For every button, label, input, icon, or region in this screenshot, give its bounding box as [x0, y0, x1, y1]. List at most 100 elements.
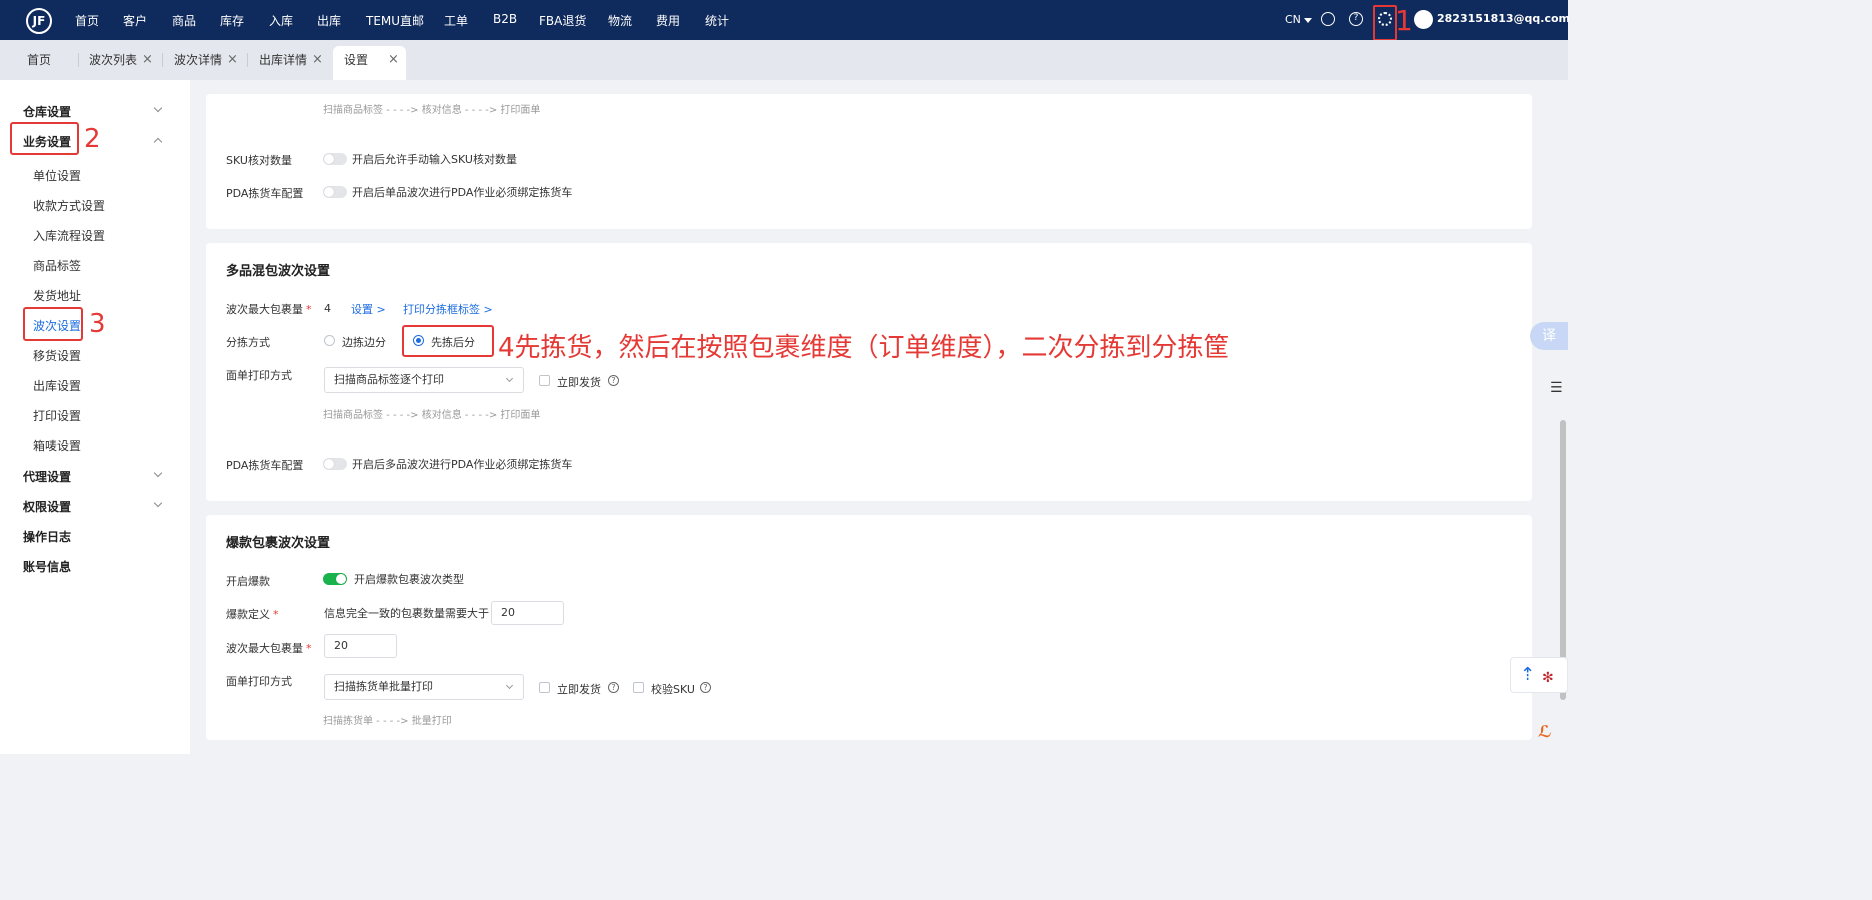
close-icon[interactable]: ×: [227, 40, 238, 80]
sidebar-item-inbound-flow[interactable]: 入库流程设置: [33, 227, 105, 244]
sidebar-item-permission-settings[interactable]: 权限设置: [23, 498, 71, 515]
tab-outbound-detail[interactable]: 出库详情 ×: [259, 40, 323, 80]
help-icon[interactable]: ?: [608, 375, 619, 386]
sidebar-item-product-label[interactable]: 商品标签: [33, 257, 81, 274]
annotation-box-business: [10, 122, 79, 155]
annotation-1: 1: [1395, 4, 1413, 37]
sidebar-item-outbound[interactable]: 出库设置: [33, 377, 81, 394]
language-switch[interactable]: CN: [1285, 13, 1312, 26]
tab-divider: [162, 53, 163, 67]
chevron-down-icon[interactable]: [153, 468, 163, 478]
sku-check-toggle[interactable]: [323, 153, 347, 165]
hot-threshold-input[interactable]: 20: [491, 601, 564, 625]
user-account[interactable]: 2823151813@qq.com: [1437, 12, 1570, 25]
ship-now-checkbox[interactable]: [539, 375, 550, 386]
sku-check-text: 开启后允许手动输入SKU核对数量: [352, 153, 517, 166]
pda-cart-toggle[interactable]: [323, 186, 347, 198]
print-mode-select[interactable]: 扫描拣货单批量打印: [324, 674, 524, 700]
sku-check-label: SKU核对数量: [226, 154, 292, 167]
enable-hot-text: 开启爆款包裹波次类型: [354, 573, 464, 586]
tab-label: 设置: [344, 53, 369, 67]
chevron-down-icon[interactable]: [153, 103, 163, 113]
chevron-down-icon: [505, 374, 514, 383]
close-icon[interactable]: ×: [142, 40, 153, 80]
ali-1688-icon[interactable]: ℒ: [1538, 722, 1568, 754]
sidebar-item-shipping-mark[interactable]: 箱唛设置: [33, 437, 81, 454]
sort-mode-label: 分拣方式: [226, 336, 270, 349]
set-link[interactable]: 设置 >: [351, 301, 386, 317]
pda-cart-text: 开启后多品波次进行PDA作业必须绑定拣货车: [352, 458, 573, 471]
outline-search-icon[interactable]: ☰: [1550, 380, 1563, 396]
help-icon[interactable]: ?: [1349, 12, 1363, 26]
tab-wave-list[interactable]: 波次列表 ×: [89, 40, 153, 80]
help-icon[interactable]: ?: [700, 682, 711, 693]
nav-fba-return[interactable]: FBA退货: [539, 12, 586, 29]
sidebar-item-ship-address[interactable]: 发货地址: [33, 287, 81, 304]
hot-wave-card: 爆款包裹波次设置 开启爆款 开启爆款包裹波次类型 爆款定义 * 信息完全一致的包裹…: [206, 515, 1532, 740]
nav-logistics[interactable]: 物流: [608, 12, 632, 29]
flow-hint: 扫描商品标签 - - - -> 核对信息 - - - -> 打印面单: [323, 105, 541, 116]
nav-home[interactable]: 首页: [75, 12, 99, 29]
radio-pick-and-sort[interactable]: [324, 335, 335, 346]
nav-outbound[interactable]: 出库: [317, 12, 341, 29]
ship-now-label: 立即发货: [557, 376, 601, 389]
print-mode-label: 面单打印方式: [226, 675, 292, 688]
ship-now-label: 立即发货: [557, 683, 601, 696]
nav-b2b[interactable]: B2B: [493, 12, 517, 26]
single-wave-card: 扫描商品标签 - - - -> 核对信息 - - - -> 打印面单 SKU核对…: [206, 94, 1532, 229]
verify-sku-checkbox[interactable]: [633, 682, 644, 693]
avatar[interactable]: [1414, 10, 1433, 29]
close-icon[interactable]: ×: [312, 40, 323, 80]
enable-hot-toggle[interactable]: [323, 573, 347, 585]
gear-icon[interactable]: [1378, 12, 1392, 26]
network-icon[interactable]: ✻: [1542, 670, 1554, 686]
tab-bar: 首页 波次列表 × 波次详情 × 出库详情 × 设置 ×: [0, 40, 1568, 80]
clock-icon[interactable]: [1321, 12, 1335, 26]
sidebar-item-payment[interactable]: 收款方式设置: [33, 197, 105, 214]
flow-hint: 扫描商品标签 - - - -> 核对信息 - - - -> 打印面单: [323, 410, 541, 421]
tab-home[interactable]: 首页: [27, 40, 51, 80]
tab-wave-detail[interactable]: 波次详情 ×: [174, 40, 238, 80]
sidebar-item-agent-settings[interactable]: 代理设置: [23, 468, 71, 485]
annotation-4: 4先拣货，然后在按照包裹维度（订单维度），二次分拣到分拣筐: [498, 333, 1230, 363]
hot-definition-label: 爆款定义 *: [226, 608, 279, 621]
chevron-down-icon[interactable]: [153, 498, 163, 508]
nav-inventory[interactable]: 库存: [220, 12, 244, 29]
nav-temu[interactable]: TEMU直邮: [366, 12, 424, 29]
sidebar-item-print[interactable]: 打印设置: [33, 407, 81, 424]
app-logo[interactable]: JF: [26, 8, 52, 34]
nav-inbound[interactable]: 入库: [269, 12, 293, 29]
verify-sku-label: 校验SKU: [651, 683, 695, 696]
help-icon[interactable]: ?: [608, 682, 619, 693]
annotation-2: 2: [84, 124, 101, 154]
nav-workorder[interactable]: 工单: [444, 12, 468, 29]
annotation-3: 3: [89, 309, 106, 339]
nav-product[interactable]: 商品: [172, 12, 196, 29]
max-package-value: 4: [324, 302, 331, 315]
tab-settings[interactable]: 设置 ×: [344, 40, 399, 80]
sidebar-item-warehouse-settings[interactable]: 仓库设置: [23, 103, 71, 120]
sidebar-item-account-info[interactable]: 账号信息: [23, 558, 71, 575]
print-sort-box-label-link[interactable]: 打印分拣框标签 >: [403, 301, 493, 317]
select-value: 扫描商品标签逐个打印: [334, 373, 444, 386]
ship-now-checkbox[interactable]: [539, 682, 550, 693]
nav-stats[interactable]: 统计: [705, 12, 729, 29]
sidebar-item-move[interactable]: 移货设置: [33, 347, 81, 364]
translate-button[interactable]: 译: [1530, 322, 1568, 350]
label-text: 波次最大包裹量: [226, 642, 303, 655]
nav-customer[interactable]: 客户: [123, 12, 147, 29]
tab-label: 波次列表: [89, 53, 138, 67]
sidebar-item-operation-log[interactable]: 操作日志: [23, 528, 71, 545]
pda-cart-toggle[interactable]: [323, 458, 347, 470]
close-icon[interactable]: ×: [388, 40, 399, 80]
flow-hint: 扫描拣货单 - - - -> 批量打印: [323, 716, 452, 727]
print-mode-select[interactable]: 扫描商品标签逐个打印: [324, 367, 524, 393]
nav-fees[interactable]: 费用: [656, 12, 680, 29]
pda-cart-text: 开启后单品波次进行PDA作业必须绑定拣货车: [352, 186, 573, 199]
chevron-up-icon[interactable]: [153, 137, 163, 147]
max-package-input[interactable]: 20: [324, 634, 397, 658]
scroll-to-top-icon[interactable]: ⇡: [1520, 664, 1535, 685]
caret-down-icon: [1303, 17, 1312, 23]
max-package-label: 波次最大包裹量 *: [226, 303, 312, 316]
sidebar-item-unit[interactable]: 单位设置: [33, 167, 81, 184]
